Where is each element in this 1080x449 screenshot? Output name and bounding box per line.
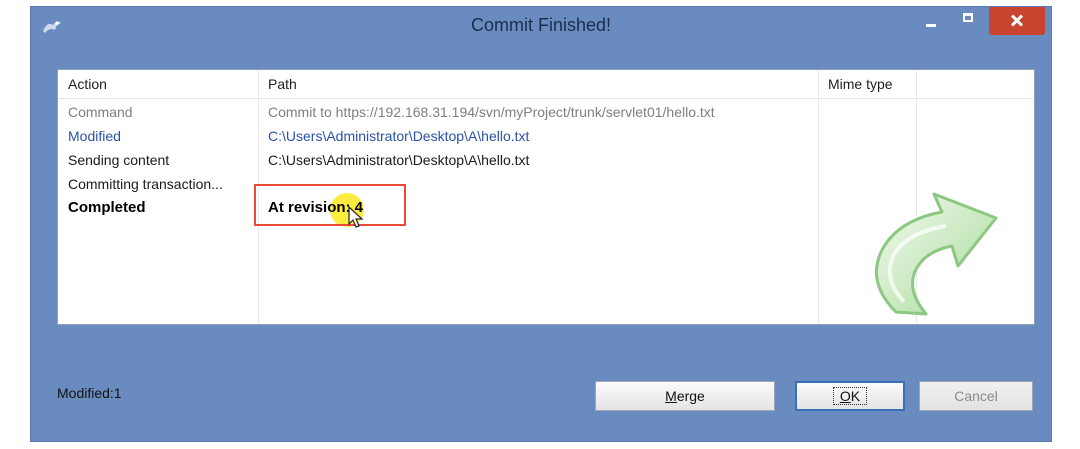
green-commit-arrow-icon — [874, 192, 998, 316]
ok-button[interactable]: OK — [795, 381, 905, 411]
path-cell: C:\Users\Administrator\Desktop\A\hello.t… — [268, 128, 530, 144]
merge-hotkey: M — [665, 388, 677, 404]
action-cell: Sending content — [68, 152, 170, 168]
close-button[interactable] — [989, 7, 1045, 35]
action-cell: Modified — [68, 128, 121, 144]
title-bar[interactable]: Commit Finished! — [31, 7, 1051, 45]
list-header: Action Path Mime type — [58, 70, 1034, 99]
minimize-button[interactable] — [913, 7, 949, 35]
merge-button[interactable]: Merge — [595, 381, 775, 411]
maximize-button[interactable] — [951, 7, 987, 35]
list-row[interactable]: Command Commit to https://192.168.31.194… — [58, 100, 1034, 124]
status-text: Modified:1 — [57, 385, 122, 401]
commit-finished-dialog: Commit Finished! Action Path Mime type C… — [30, 6, 1052, 442]
revision-highlight-box — [254, 184, 406, 226]
merge-label: erge — [676, 388, 705, 404]
commit-results-list[interactable]: Action Path Mime type Command Commit to … — [57, 69, 1035, 325]
cancel-button[interactable]: Cancel — [919, 381, 1033, 411]
column-header-action[interactable]: Action — [58, 70, 258, 98]
path-cell: Commit to https://192.168.31.194/svn/myP… — [268, 104, 715, 120]
column-header-path[interactable]: Path — [258, 70, 818, 98]
mouse-pointer-icon — [348, 205, 364, 228]
action-cell: Command — [68, 104, 133, 120]
path-cell: C:\Users\Administrator\Desktop\A\hello.t… — [268, 152, 530, 168]
column-header-mime-type[interactable]: Mime type — [818, 70, 916, 98]
ok-label: K — [850, 388, 861, 404]
action-cell: Completed — [68, 199, 146, 216]
window-title: Commit Finished! — [470, 15, 612, 35]
ok-hotkey: O — [839, 388, 851, 404]
ok-focus: OK — [832, 387, 868, 405]
action-cell: Committing transaction... — [68, 176, 223, 192]
